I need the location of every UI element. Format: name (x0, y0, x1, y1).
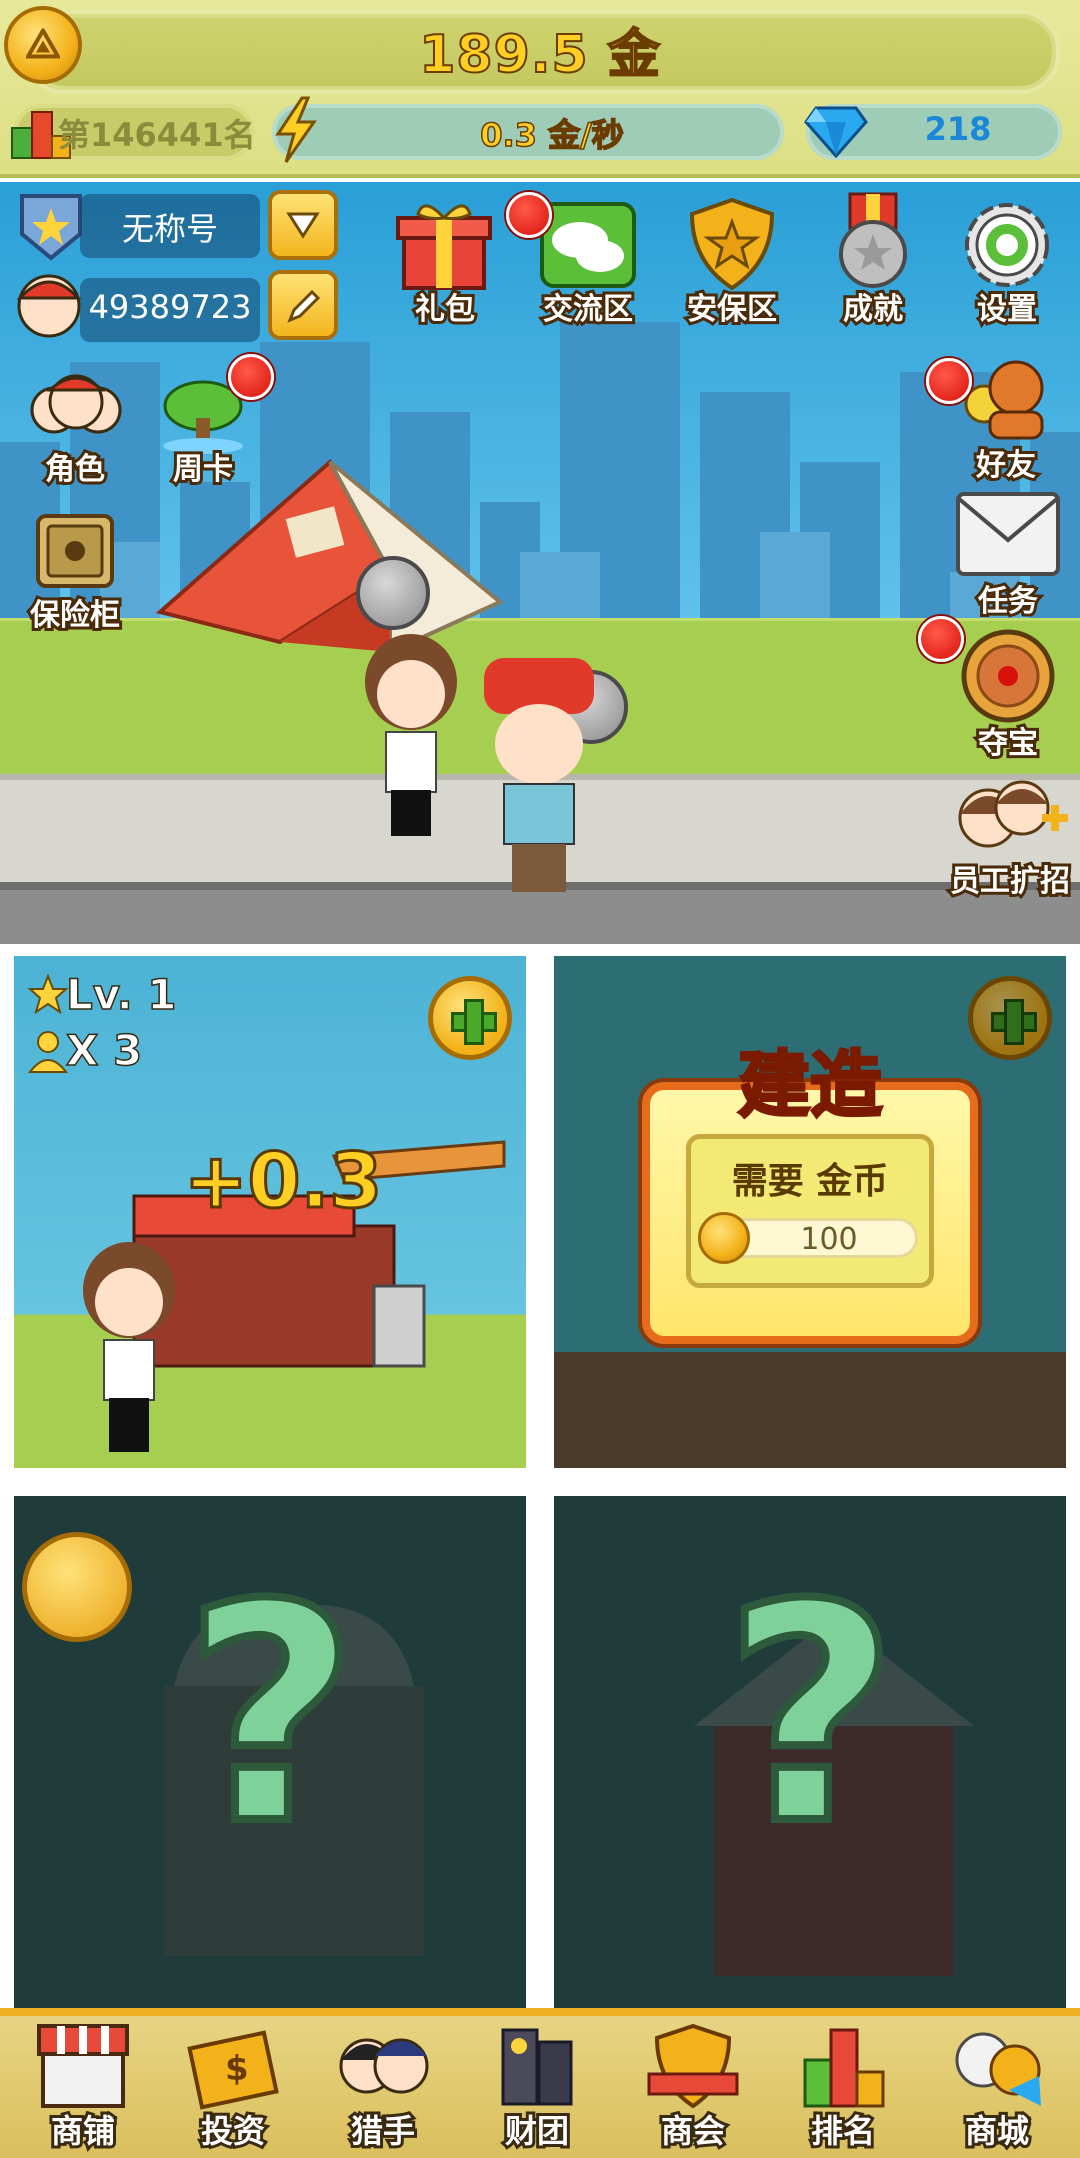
raccoon-avatar-icon[interactable] (22, 1532, 132, 1642)
upgrade-plus-button[interactable] (968, 976, 1052, 1060)
menu-label: 好友 (973, 445, 1039, 486)
notification-badge (228, 354, 274, 400)
menu-hire-staff[interactable]: 员工扩招 (940, 774, 1080, 904)
medal-icon (839, 192, 907, 288)
nav-mall[interactable]: 商城 (932, 2014, 1062, 2154)
menu-label: 保险柜 (27, 595, 123, 636)
menu-label: 交流区 (540, 289, 636, 330)
safe-icon (36, 514, 114, 588)
shield-star-icon (689, 197, 775, 291)
invest-icon: $ (187, 2030, 279, 2110)
consortium-icon (501, 2028, 573, 2106)
menu-label: 员工扩招 (947, 861, 1073, 902)
menu-safe[interactable]: 保险柜 (20, 512, 130, 636)
nav-label: 商铺 (48, 2109, 118, 2153)
title-badge-icon[interactable] (16, 190, 86, 262)
svg-text:$: $ (225, 2049, 249, 2089)
edit-profile-button[interactable] (268, 270, 338, 340)
menu-label: 角色 (42, 449, 108, 490)
menu-label: 安保区 (684, 289, 780, 330)
chat-icon (540, 202, 636, 288)
income-per-tick: +0.3 (182, 1135, 383, 1227)
person-icon (28, 1031, 68, 1073)
nav-label: 商城 (962, 2109, 1032, 2153)
envelope-icon (956, 492, 1060, 576)
star-icon (28, 974, 68, 1014)
game-scene: +1 无称号 49389723 (0, 182, 1080, 944)
waitress-character (83, 1242, 175, 1452)
menu-label: 周卡 (170, 449, 236, 490)
build-slot-card[interactable]: 建造 需要 金币 100 (554, 956, 1066, 1468)
shop-level: Lv. 1 (65, 969, 177, 1020)
pencil-icon (287, 289, 321, 323)
menu-label: 成就 (840, 289, 906, 330)
ranking-icon (803, 2028, 885, 2108)
waitress-character (365, 634, 457, 836)
player-id: 49389723 (88, 288, 252, 326)
nav-label: 投资 (198, 2109, 268, 2153)
build-cost: 100 (800, 1222, 858, 1257)
avatar-icon[interactable] (12, 266, 86, 340)
hunters-icon (339, 2038, 429, 2094)
ground (554, 1352, 1066, 1468)
upgrade-plus-button[interactable] (428, 976, 512, 1060)
menu-gift[interactable]: 礼包 (390, 196, 500, 330)
build-title: 建造 (736, 1042, 883, 1129)
locked-slot-card[interactable]: ? (14, 1496, 526, 2008)
menu-settings[interactable]: 设置 (950, 196, 1064, 330)
shop-card-canteen[interactable]: Lv. 1 X 3 +0.3 (14, 956, 526, 1468)
nav-consortium[interactable]: 财团 (472, 2014, 602, 2154)
diamond-icon (804, 106, 868, 158)
question-mark-icon: ? (180, 1541, 362, 1890)
guild-icon (647, 2023, 739, 2109)
nav-ranking[interactable]: 排名 (778, 2014, 908, 2154)
menu-treasure[interactable]: 夺宝 (950, 628, 1066, 764)
menu-characters[interactable]: 角色 (20, 366, 130, 490)
nav-invest[interactable]: $ 投资 (168, 2014, 298, 2154)
question-mark-icon: ? (720, 1541, 902, 1890)
menu-label: 设置 (974, 289, 1040, 330)
menu-label: 礼包 (412, 289, 478, 330)
characters-icon (30, 374, 122, 434)
nav-label: 商会 (658, 2109, 728, 2153)
gold-amount: 189.5 金 (418, 24, 661, 86)
customer-character (484, 658, 594, 892)
gem-amount: 218 (924, 110, 992, 148)
cost-label: 需要 金币 (731, 1161, 889, 1202)
nav-guild[interactable]: 商会 (628, 2014, 758, 2154)
rank-text: 第146441名 (58, 116, 256, 154)
mall-icon (955, 2032, 1041, 2106)
title-dropdown-button[interactable] (268, 190, 338, 260)
nav-shop[interactable]: 商铺 (18, 2014, 148, 2154)
wheel-icon (961, 629, 1055, 723)
gold-coin-icon (698, 1212, 750, 1264)
locked-slot-card[interactable]: ? (554, 1496, 1066, 2008)
shop-icon (37, 2024, 129, 2108)
collect-coin-icon[interactable] (356, 556, 430, 630)
gear-icon (965, 203, 1049, 287)
nav-label: 排名 (808, 2109, 878, 2153)
notification-badge (926, 358, 972, 404)
notification-badge (918, 616, 964, 662)
menu-security[interactable]: 安保区 (672, 196, 792, 330)
menu-achievement[interactable]: 成就 (818, 192, 928, 330)
gift-icon (396, 204, 492, 290)
player-title: 无称号 (121, 210, 218, 248)
menu-label: 任务 (975, 581, 1041, 622)
lightning-icon (275, 96, 317, 163)
friends-icon (964, 360, 1044, 440)
income-rate: 0.3 金/秒 (479, 115, 624, 155)
staff-count: X 3 (65, 1025, 143, 1076)
chevron-down-icon (286, 212, 320, 239)
notification-badge (506, 192, 552, 238)
menu-label: 夺宝 (975, 723, 1041, 764)
nav-label: 猎手 (348, 2109, 418, 2153)
staff-hire-icon (958, 780, 1068, 848)
menu-tasks[interactable]: 任务 (950, 488, 1066, 622)
top-hud: 189.5 金 第146441名 0.3 金/秒 218 (0, 0, 1080, 178)
nav-hunters[interactable]: 猎手 (318, 2014, 448, 2154)
nav-label: 财团 (502, 2109, 572, 2153)
